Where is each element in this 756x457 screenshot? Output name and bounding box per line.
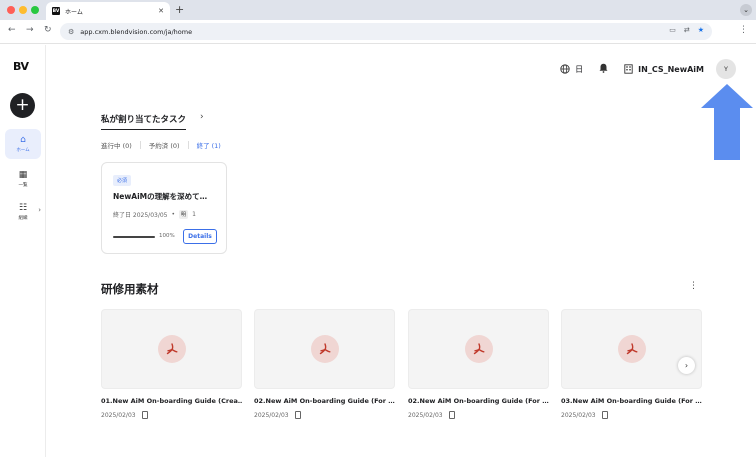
site-settings-icon[interactable]: ⚙ <box>68 28 74 36</box>
language-selector[interactable]: 日 <box>560 64 583 75</box>
task-title[interactable]: NewAiMの理解を深めて… <box>113 191 219 202</box>
close-window-button[interactable] <box>7 6 15 14</box>
organization-icon: ☷ <box>18 203 28 213</box>
sidebar-item-label: ホーム <box>16 148 30 153</box>
bell-icon[interactable] <box>599 63 608 75</box>
chevron-right-icon[interactable]: › <box>200 112 204 122</box>
more-options-icon[interactable]: ⋮ <box>689 281 698 291</box>
avatar[interactable]: Y <box>716 59 736 79</box>
back-arrow-icon[interactable]: ← <box>8 25 16 35</box>
document-icon <box>294 411 301 419</box>
tab-title: ホーム <box>65 8 83 16</box>
address-bar[interactable]: ⚙ app.cxm.blendvision.com/ja/home ▭ ⇄ ★ <box>60 23 712 40</box>
divider <box>187 141 189 149</box>
assignee-chip: 明 <box>179 210 189 219</box>
material-title[interactable]: 02.New AiM On-boarding Guide (For … <box>408 397 549 405</box>
progress-bar <box>113 236 155 238</box>
main-content: 日 IN_CS_NewAiM Y 私が割り当てたタスク › 進行中 (0) 予約… <box>46 45 756 457</box>
organization-switcher[interactable]: IN_CS_NewAiM <box>624 64 704 74</box>
carousel-next-button[interactable]: › <box>678 357 695 374</box>
sidebar: BV + ⌂ ホーム ▦ 一覧 ☷ 組織 › <box>0 45 46 457</box>
sidebar-item-label: 組織 <box>18 216 28 221</box>
filter-finished[interactable]: 終了 (1) <box>197 140 221 150</box>
chevron-right-icon: › <box>684 361 689 370</box>
tab-assigned-tasks[interactable]: 私が割り当てたタスク <box>101 113 187 130</box>
annotation-arrow-icon <box>701 84 753 160</box>
divider <box>139 141 141 149</box>
material-meta: 2025/02/03 <box>408 411 549 419</box>
progress-percent: 100% <box>159 233 175 239</box>
document-icon <box>448 411 455 419</box>
browser-menu-icon[interactable]: ⋮ <box>739 25 748 35</box>
document-icon <box>141 411 148 419</box>
building-icon <box>624 64 633 74</box>
material-date: 2025/02/03 <box>561 411 596 419</box>
meta-separator: • <box>171 211 176 218</box>
material-date: 2025/02/03 <box>254 411 289 419</box>
material-card[interactable]: 01.New AiM On-boarding Guide (Crea… 2025… <box>101 309 242 419</box>
url-text: app.cxm.blendvision.com/ja/home <box>80 27 193 36</box>
material-meta: 2025/02/03 <box>561 411 702 419</box>
material-title[interactable]: 03.New AiM On-boarding Guide (For … <box>561 397 702 405</box>
browser-tab[interactable]: BV ホーム ✕ <box>46 2 170 20</box>
forward-arrow-icon[interactable]: → <box>26 25 34 35</box>
chevron-right-icon: › <box>38 206 41 214</box>
bookmark-star-icon[interactable]: ★ <box>698 26 704 34</box>
task-due-date: 終了日 2025/03/05 <box>113 212 168 219</box>
details-button[interactable]: Details <box>183 229 217 244</box>
sidebar-item-label: 一覧 <box>18 183 28 188</box>
reload-icon[interactable]: ↻ <box>44 25 52 35</box>
organization-name: IN_CS_NewAiM <box>638 64 704 74</box>
tab-search-chevron-icon[interactable]: ⌄ <box>740 4 752 16</box>
cast-icon[interactable]: ▭ <box>669 26 676 34</box>
material-thumbnail[interactable] <box>254 309 395 389</box>
language-label: 日 <box>575 64 584 74</box>
tab-close-icon[interactable]: ✕ <box>158 7 164 15</box>
material-meta: 2025/02/03 <box>254 411 395 419</box>
grid-icon: ▦ <box>18 170 28 180</box>
sidebar-item-home[interactable]: ⌂ ホーム <box>5 129 41 159</box>
material-meta: 2025/02/03 <box>101 411 242 419</box>
material-card[interactable]: 02.New AiM On-boarding Guide (For … 2025… <box>408 309 549 419</box>
translate-icon[interactable]: ⇄ <box>684 26 690 34</box>
material-title[interactable]: 02.New AiM On-boarding Guide (For … <box>254 397 395 405</box>
materials-section-title: 研修用素材 <box>101 282 159 296</box>
globe-icon <box>560 64 570 74</box>
assignee-count: 1 <box>192 211 196 218</box>
zoom-window-button[interactable] <box>31 6 39 14</box>
material-title[interactable]: 01.New AiM On-boarding Guide (Crea… <box>101 397 242 405</box>
pdf-icon <box>310 335 339 363</box>
sidebar-item-list[interactable]: ▦ 一覧 <box>5 164 41 194</box>
pdf-icon <box>464 335 493 363</box>
home-icon: ⌂ <box>20 135 26 145</box>
material-thumbnail[interactable] <box>408 309 549 389</box>
sidebar-item-organization[interactable]: ☷ 組織 › <box>5 197 42 227</box>
task-meta: 終了日 2025/03/05 • 明 1 <box>113 210 196 219</box>
filter-scheduled[interactable]: 予約済 (0) <box>149 140 180 150</box>
pdf-icon <box>157 335 186 363</box>
bv-favicon-icon: BV <box>52 7 60 15</box>
material-date: 2025/02/03 <box>101 411 136 419</box>
filter-in-progress[interactable]: 進行中 (0) <box>101 140 132 150</box>
browser-tab-strip: BV ホーム ✕ + ⌄ <box>0 0 756 20</box>
progress-fill <box>113 236 155 238</box>
create-button[interactable]: + <box>10 93 35 118</box>
document-icon <box>601 411 608 419</box>
task-card[interactable]: 必須 NewAiMの理解を深めて… 終了日 2025/03/05 • 明 1 1… <box>101 162 227 254</box>
material-thumbnail[interactable] <box>561 309 702 389</box>
task-filters: 進行中 (0) 予約済 (0) 終了 (1) <box>101 140 221 150</box>
address-bar-row: ← → ↻ ⚙ app.cxm.blendvision.com/ja/home … <box>0 20 756 44</box>
minimize-window-button[interactable] <box>19 6 27 14</box>
material-thumbnail[interactable] <box>101 309 242 389</box>
material-card[interactable]: 02.New AiM On-boarding Guide (For … 2025… <box>254 309 395 419</box>
bv-logo[interactable]: BV <box>13 60 29 73</box>
top-bar: 日 IN_CS_NewAiM Y <box>560 59 736 79</box>
material-date: 2025/02/03 <box>408 411 443 419</box>
pdf-icon <box>617 335 646 363</box>
required-badge: 必須 <box>113 175 132 186</box>
new-tab-icon[interactable]: + <box>175 3 184 16</box>
